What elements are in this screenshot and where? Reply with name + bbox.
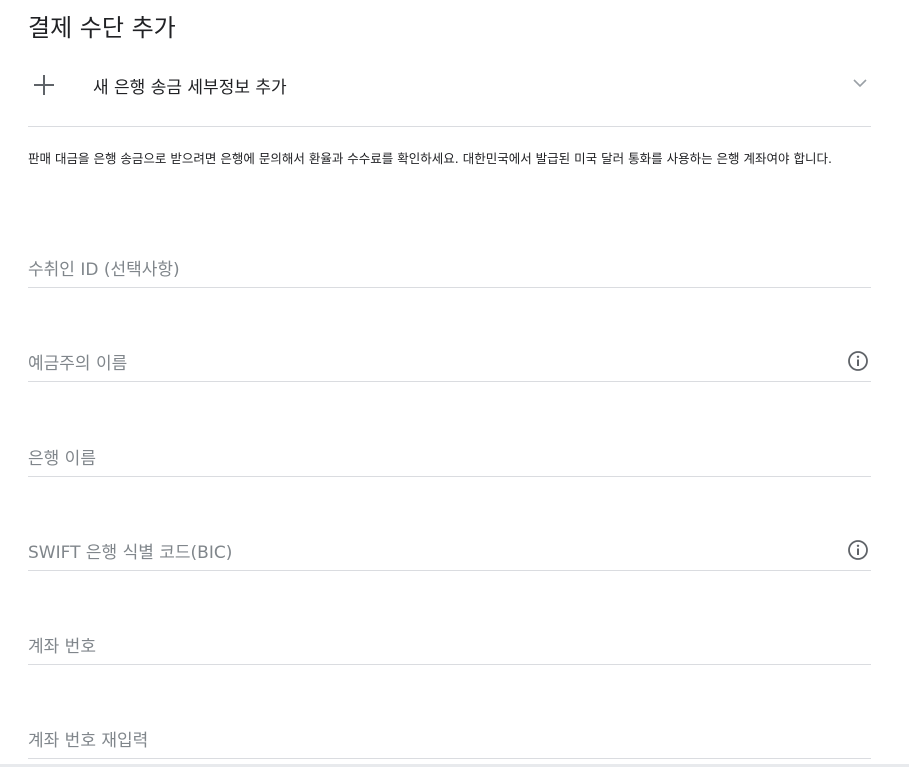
account-number-field[interactable]: 계좌 번호	[28, 624, 871, 665]
account-number-confirm-field[interactable]: 계좌 번호 재입력	[28, 718, 871, 759]
page-title: 결제 수단 추가	[28, 14, 176, 42]
info-icon[interactable]	[847, 350, 869, 372]
divider	[28, 126, 871, 127]
swift-code-field[interactable]: SWIFT 은행 식별 코드(BIC)	[28, 530, 871, 571]
account-holder-name-placeholder: 예금주의 이름	[28, 353, 128, 374]
bank-name-placeholder: 은행 이름	[28, 448, 96, 469]
account-number-confirm-placeholder: 계좌 번호 재입력	[28, 730, 149, 751]
info-icon[interactable]	[847, 539, 869, 561]
swift-code-placeholder: SWIFT 은행 식별 코드(BIC)	[28, 542, 233, 563]
recipient-id-placeholder: 수취인 ID (선택사항)	[28, 259, 180, 280]
plus-icon	[28, 68, 62, 102]
chevron-down-icon[interactable]	[853, 78, 867, 88]
bank-name-field[interactable]: 은행 이름	[28, 436, 871, 477]
recipient-id-field[interactable]: 수취인 ID (선택사항)	[28, 247, 871, 288]
add-bank-transfer-expander[interactable]: 새 은행 송금 세부정보 추가	[28, 66, 871, 104]
account-holder-name-field[interactable]: 예금주의 이름	[28, 341, 871, 382]
bank-transfer-notice: 판매 대금을 은행 송금으로 받으려면 은행에 문의해서 환율과 수수료를 확인…	[28, 151, 832, 166]
account-number-placeholder: 계좌 번호	[28, 636, 96, 657]
add-bank-transfer-label: 새 은행 송금 세부정보 추가	[93, 77, 287, 98]
